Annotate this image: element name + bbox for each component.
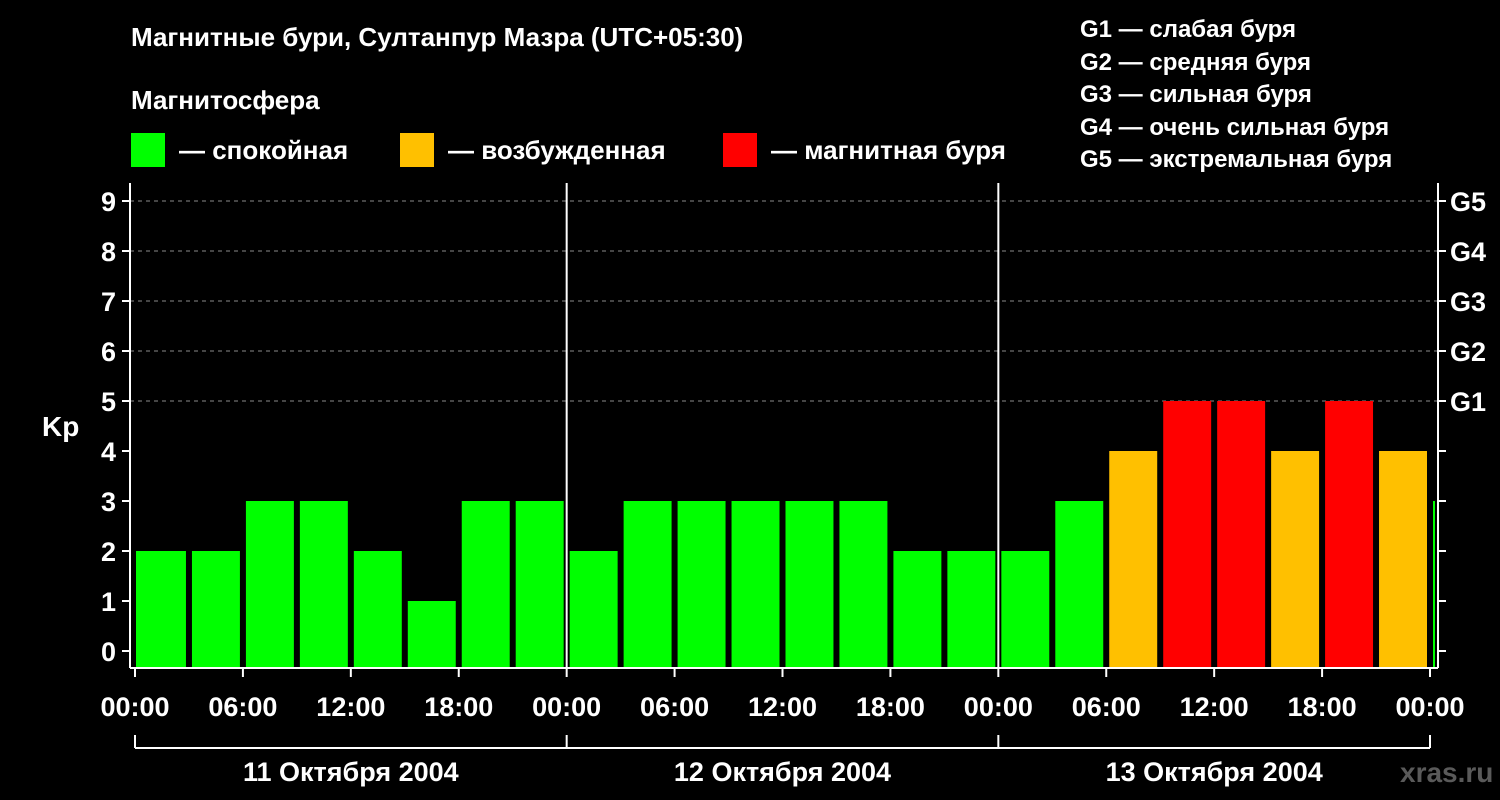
kp-bar [893,551,942,668]
x-tick-label: 12:00 [316,692,385,722]
kp-bar [1055,501,1104,668]
g-tick-label: G1 [1450,387,1486,417]
kp-bar [461,501,510,668]
day-label: 13 Октября 2004 [1106,757,1323,787]
kp-bar [245,501,294,668]
kp-bar [1325,401,1374,668]
kp-bar [569,551,618,668]
x-tick-label: 00:00 [1395,692,1464,722]
x-tick-label: 18:00 [856,692,925,722]
kp-chart: 0 1 2 3 4 5 6 7 8 9 G1 G2 G3 G4 G5 Kp 00:00 06:00 12:00 18:… [42,183,1486,787]
y-tick-label: 1 [101,587,116,617]
x-tick-label: 12:00 [1180,692,1249,722]
g-tick-label: G2 [1450,337,1486,367]
kp-bar [1163,401,1212,668]
y-tick-label: 6 [101,337,116,367]
kp-bar [677,501,726,668]
x-tick-label: 00:00 [100,692,169,722]
kp-bar [785,501,834,668]
y-tick-label: 7 [101,287,116,317]
kp-bar [947,551,996,668]
y-tick-label: 3 [101,487,116,517]
kp-bar [623,501,672,668]
g-tick-label: G3 [1450,287,1486,317]
g-tick-label: G5 [1450,187,1486,217]
y-tick-label: 8 [101,237,116,267]
x-tick-label: 00:00 [964,692,1033,722]
watermark: xras.ru [1400,757,1494,788]
kp-bar [136,551,186,668]
y-tick-label: 5 [101,387,116,417]
kp-bar [407,601,456,668]
x-tick-label: 06:00 [640,692,709,722]
x-tick-label: 06:00 [1072,692,1141,722]
kp-bar [1271,451,1320,668]
kp-bar [515,501,564,668]
y-tick-label: 9 [101,187,116,217]
kp-bar [191,551,240,668]
day-label: 11 Октября 2004 [243,757,459,787]
kp-bar [1109,451,1158,668]
y-tick-label: 2 [101,537,116,567]
y-axis-label: Kp [42,411,79,442]
x-tick-label: 00:00 [532,692,601,722]
x-tick-label: 18:00 [1288,692,1357,722]
kp-bar [839,501,888,668]
y-tick-label: 4 [101,437,116,467]
kp-bar [1433,501,1435,668]
kp-bar [299,501,348,668]
x-tick-label: 12:00 [748,692,817,722]
kp-bar [731,501,780,668]
kp-bar [1217,401,1266,668]
kp-bar [1001,551,1050,668]
x-tick-label: 06:00 [208,692,277,722]
g-tick-label: G4 [1450,237,1486,267]
kp-bar [353,551,402,668]
x-tick-label: 18:00 [424,692,493,722]
kp-bar [1379,451,1427,668]
day-label: 12 Октября 2004 [674,757,891,787]
y-tick-label: 0 [101,637,116,667]
